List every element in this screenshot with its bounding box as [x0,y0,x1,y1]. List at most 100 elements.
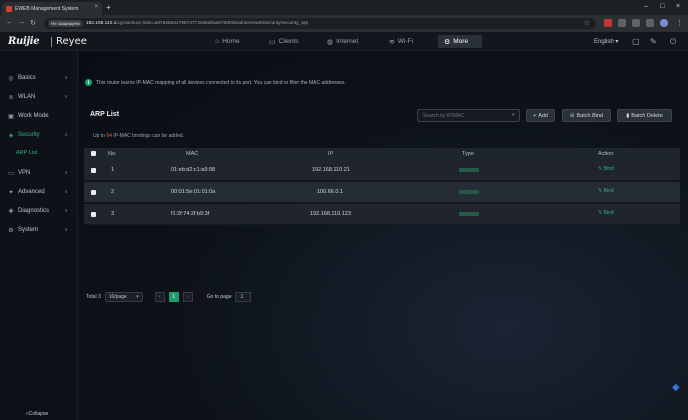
card-title: ARP List [90,111,120,118]
sidepanel-icon[interactable] [646,19,654,27]
profile-avatar[interactable] [660,19,668,27]
search-input[interactable] [418,110,504,121]
sidebar-subitem-arp-list[interactable]: ARP List [16,150,37,156]
chevron-down-icon: ∨ [64,170,68,176]
col-no: No. [108,151,117,157]
sidebar-item-work-mode[interactable]: ▣ Work Mode [0,110,78,122]
add-button[interactable]: + Add [526,109,555,122]
row-checkbox[interactable] [91,168,96,173]
row-checkbox[interactable] [91,212,96,217]
assistant-icon[interactable]: ◆ [672,382,684,394]
plus-icon: + [532,112,537,119]
info-icon: i [85,79,92,86]
row-checkbox[interactable] [91,190,96,195]
url-text: 192.168.110.1/cgi-bin/luci/;stok=a67d48d… [85,21,309,26]
goto-label: Go to page [206,294,232,300]
table-row: 2 00:01:5e:01:01:0a 100.66.0.1 ✎ Bind [84,182,680,203]
link-icon: ⊝ [569,112,575,119]
table-row: 1 01:eb:d2:c1:a9:98 192.168.110.21 ✎ Bin… [84,160,680,181]
total-count: Total 3 [86,294,101,300]
diagnostics-icon: ✚ [8,208,14,215]
wifi-icon: ≋ [389,38,395,46]
sidebar-item-wlan[interactable]: ≋ WLAN ∨ [0,91,78,103]
col-ip: IP [328,151,334,157]
reload-icon[interactable]: ↻ [30,19,36,27]
page-size-select[interactable]: 10/page ▾ [104,292,143,302]
next-page-button[interactable]: › [182,292,193,302]
minimize-icon[interactable]: – [644,3,648,10]
col-type: Type [462,151,474,157]
type-badge [459,190,479,194]
main-content: i This router learns IP-MAC mapping of a… [79,51,688,420]
sidebar-item-advanced[interactable]: ✦ Advanced ∨ [0,186,78,198]
collapse-button[interactable]: «Collapse [26,411,48,417]
globe-icon: ◍ [327,38,334,46]
sidebar-item-basics[interactable]: ◎ Basics ∨ [0,72,78,84]
chevron-down-icon: ▾ [136,294,139,300]
system-icon: ⚙ [8,227,14,234]
sidebar: ◎ Basics ∨ ≋ WLAN ∨ ▣ Work Mode ◈ Securi… [0,51,78,420]
extensions-puzzle-icon[interactable] [632,19,640,27]
clients-icon: ▭ [269,38,276,46]
forward-icon[interactable]: → [18,19,25,26]
search-icon[interactable]: ⌕ [512,112,515,119]
chevron-down-icon: ∨ [64,94,68,100]
nav-clients[interactable]: ▭ Clients [263,35,305,48]
maximize-icon[interactable]: □ [660,3,664,10]
reyee-logo: Reyee [56,36,87,47]
notification-icon[interactable]: ▢ [632,37,640,46]
batch-delete-button[interactable]: ▮ Batch Delete [617,109,672,122]
sidebar-item-vpn[interactable]: ▭ VPN ∨ [0,167,78,179]
info-notice: i This router learns IP-MAC mapping of a… [85,79,346,86]
col-mac: MAC [186,151,199,157]
back-icon[interactable]: ← [6,19,13,26]
tab-title: EWEB Management System [15,5,79,12]
nav-wifi[interactable]: ≋ Wi-Fi [383,35,419,48]
sidebar-item-diagnostics[interactable]: ✚ Diagnostics ∨ [0,205,78,217]
bind-action[interactable]: ✎ Bind [598,166,614,172]
url-field[interactable]: Не защищено 192.168.110.1/cgi-bin/luci/;… [44,18,596,29]
col-action: Action [598,151,614,157]
browser-tab[interactable]: EWEB Management System × [2,2,102,15]
chevron-down-icon: ∨ [64,208,68,214]
nav-internet[interactable]: ◍ Internet [321,35,364,48]
arp-list-card: ARP List ⌕ +Add ⊝Batch Bind ▮Batch Delet… [84,102,680,307]
pagination: Total 3 10/page ▾ ‹ 1 › Go to page 1 [86,292,252,302]
security-chip[interactable]: Не защищено [48,20,83,27]
logout-icon[interactable]: ⏻ [670,37,676,47]
new-tab-button[interactable]: + [106,3,111,12]
ruijie-logo: Ruijie [8,36,40,47]
search-box: ⌕ [417,109,520,122]
nav-more[interactable]: ⚙ More [438,35,482,48]
select-all-checkbox[interactable] [91,151,96,156]
address-bar: ← → ↻ Не защищено 192.168.110.1/cgi-bin/… [0,15,688,32]
chevron-down-icon: ∨ [64,189,68,195]
sidebar-item-security[interactable]: ◈ Security ∧ [0,129,78,141]
language-select[interactable]: English ▾ [594,38,618,45]
bookmark-star-icon[interactable]: ☆ [584,19,590,27]
browser-menu-icon[interactable]: ⋮ [676,19,683,27]
goto-page-input[interactable]: 1 [235,292,252,302]
bind-action[interactable]: ✎ Bind [598,188,614,194]
bind-action[interactable]: ✎ Bind [598,210,614,216]
home-icon: ⌂ [215,38,220,45]
extension-icon[interactable] [604,19,612,27]
prev-page-button[interactable]: ‹ [154,292,165,302]
shield-icon: ◈ [8,132,14,139]
extension-icon[interactable] [618,19,626,27]
batch-bind-button[interactable]: ⊝ Batch Bind [562,109,611,122]
basics-icon: ◎ [8,75,14,82]
chevron-up-icon: ∧ [64,132,68,138]
nav-home[interactable]: ⌂ Home [209,35,246,48]
settings-icon[interactable]: ✎ [650,37,657,46]
chevron-down-icon: ∨ [64,75,68,81]
chevron-down-icon: ∨ [64,227,68,233]
browser-tab-bar: EWEB Management System × + – □ × [0,0,688,15]
trash-icon: ▮ [626,112,630,119]
vpn-icon: ▭ [8,170,14,177]
wlan-icon: ≋ [8,94,14,101]
tab-close-icon[interactable]: × [94,4,98,10]
page-1-button[interactable]: 1 [168,292,179,302]
close-window-icon[interactable]: × [676,3,680,10]
sidebar-item-system[interactable]: ⚙ System ∨ [0,224,78,236]
